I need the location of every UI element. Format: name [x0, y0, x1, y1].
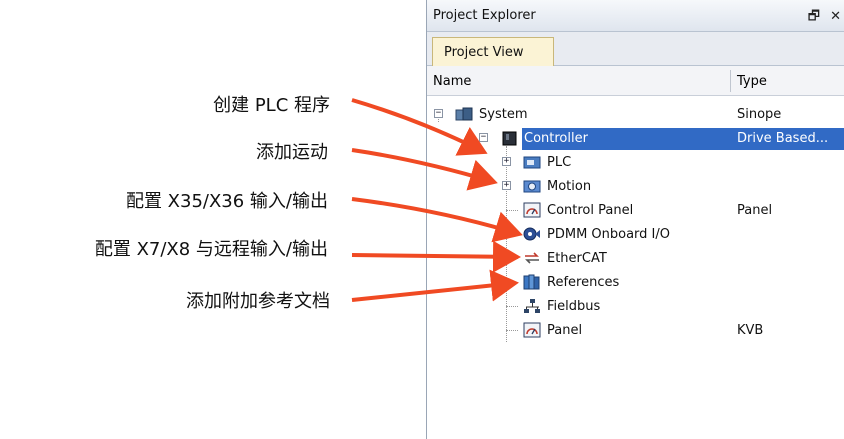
- tree-row-ethercat[interactable]: EtherCAT: [427, 248, 844, 270]
- tree-row-controller[interactable]: − Controller Drive Based...: [427, 128, 844, 150]
- column-header: Name Type: [427, 66, 844, 96]
- tree-row-plc[interactable]: + PLC: [427, 152, 844, 174]
- annotation-configure-x35-x36: 配置 X35/X36 输入/输出: [0, 187, 328, 212]
- network-icon: [524, 299, 540, 313]
- tab-label: Project View: [444, 45, 524, 60]
- plc-icon: [523, 156, 541, 169]
- annotation-text: 添加附加参考文档: [186, 291, 330, 312]
- tree-label: Motion: [547, 179, 592, 194]
- panel-title: Project Explorer: [433, 8, 536, 23]
- tree-label: Panel: [547, 323, 583, 338]
- panel-title-bar: Project Explorer 🗗 ✕: [427, 0, 844, 32]
- annotation-text: 添加运动: [256, 142, 328, 163]
- io-icon: [523, 227, 540, 241]
- ethercat-icon: [525, 252, 539, 264]
- title-icons: 🗗 ✕: [802, 7, 841, 29]
- tree-label: Control Panel: [547, 203, 634, 218]
- tree-label: PLC: [547, 155, 572, 170]
- tab-bar: Project View: [427, 32, 844, 66]
- tree-type: Panel: [737, 203, 773, 218]
- tree-row-panel[interactable]: Panel KVB: [427, 320, 844, 342]
- tree-row-fieldbus[interactable]: Fieldbus: [427, 296, 844, 318]
- project-explorer-panel: Project Explorer 🗗 ✕ Project View Name T…: [426, 0, 844, 439]
- annotation-configure-x7-x8: 配置 X7/X8 与远程输入/输出: [0, 235, 328, 260]
- collapse-icon[interactable]: −: [479, 133, 488, 142]
- tree-row-references[interactable]: References: [427, 272, 844, 294]
- column-name-header[interactable]: Name: [433, 74, 471, 89]
- tree-type: KVB: [737, 323, 764, 338]
- tree-type: Drive Based...: [737, 131, 829, 146]
- gauge-icon: [523, 322, 541, 338]
- motion-icon: [523, 180, 541, 193]
- tree-type: Sinope: [737, 107, 782, 122]
- column-separator[interactable]: [730, 70, 731, 92]
- tree-label: PDMM Onboard I/O: [547, 227, 671, 242]
- books-icon: [523, 274, 540, 290]
- annotation-text: 创建 PLC 程序: [213, 95, 330, 116]
- tree-label: References: [547, 275, 620, 290]
- annotation-add-references: 添加附加参考文档: [0, 287, 330, 312]
- column-type-header[interactable]: Type: [737, 74, 767, 89]
- pin-icon[interactable]: 🗗: [808, 9, 820, 24]
- annotation-create-plc: 创建 PLC 程序: [0, 91, 330, 116]
- tree-label: EtherCAT: [547, 251, 607, 266]
- close-icon[interactable]: ✕: [830, 9, 841, 24]
- tree-row-control-panel[interactable]: Control Panel Panel: [427, 200, 844, 222]
- controller-icon: [502, 131, 517, 146]
- collapse-icon[interactable]: −: [434, 109, 443, 118]
- gauge-icon: [523, 202, 541, 218]
- expand-icon[interactable]: +: [502, 181, 511, 190]
- tree-row-motion[interactable]: + Motion: [427, 176, 844, 198]
- tree-label: Fieldbus: [547, 299, 601, 314]
- tree-label: Controller: [524, 131, 588, 146]
- annotation-text: 配置 X35/X36 输入/输出: [125, 191, 328, 212]
- tree-row-pdmm-onboard-io[interactable]: PDMM Onboard I/O: [427, 224, 844, 246]
- expand-icon[interactable]: +: [502, 157, 511, 166]
- tree-label: System: [479, 107, 528, 122]
- annotation-add-motion: 添加运动: [0, 138, 328, 163]
- system-icon: [455, 107, 473, 121]
- tab-project-view[interactable]: Project View: [432, 37, 554, 66]
- annotation-text: 配置 X7/X8 与远程输入/输出: [94, 239, 328, 260]
- tree-row-system[interactable]: − System Sinope: [427, 104, 844, 126]
